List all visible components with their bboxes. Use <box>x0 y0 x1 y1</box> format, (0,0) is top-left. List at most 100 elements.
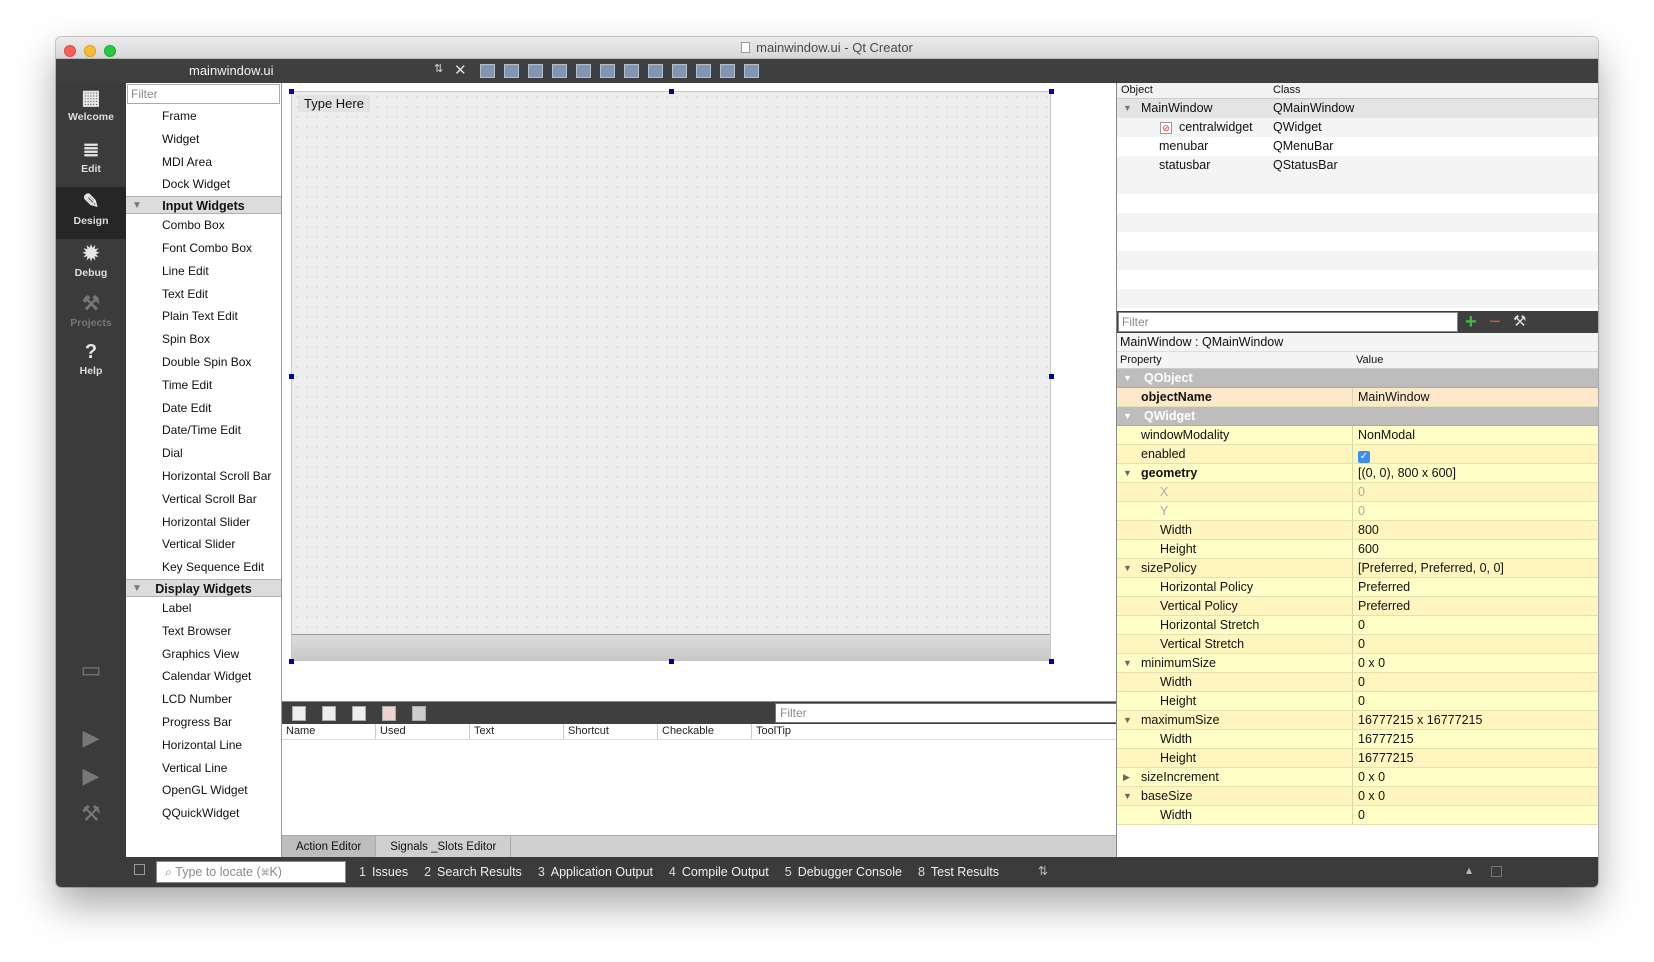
layout-vertical-icon[interactable] <box>600 64 615 78</box>
paste-action-icon[interactable] <box>352 706 366 721</box>
output-pane-compile-output[interactable]: 4 Compile Output <box>669 857 769 887</box>
edit-tab-order-icon[interactable] <box>552 64 567 78</box>
widget-item-horizontal-slider[interactable]: Horizontal Slider <box>126 511 281 534</box>
resize-handle-b[interactable] <box>669 659 674 664</box>
property-value[interactable]: 0 <box>1353 806 1365 824</box>
collapse-arrow-icon[interactable]: ▼ <box>1123 654 1132 672</box>
output-pane-test-results[interactable]: 8 Test Results <box>918 857 999 887</box>
widget-item-vertical-scroll-bar[interactable]: Vertical Scroll Bar <box>126 488 281 511</box>
edit-widgets-icon[interactable] <box>480 64 495 78</box>
property-value[interactable]: 0 <box>1353 483 1365 501</box>
edit-buddies-icon[interactable] <box>528 64 543 78</box>
output-pane-debugger-console[interactable]: 5 Debugger Console <box>785 857 902 887</box>
property-value[interactable]: 0 <box>1353 502 1365 520</box>
property-value[interactable]: ✓ <box>1353 445 1370 463</box>
widget-item-widget[interactable]: Widget <box>126 128 281 151</box>
property-value[interactable]: 16777215 <box>1353 730 1414 748</box>
property-value[interactable]: 0 <box>1353 635 1365 653</box>
configure-icon[interactable] <box>412 706 426 721</box>
expand-arrow-icon[interactable]: ▶ <box>1123 768 1130 786</box>
widget-item-graphics-view[interactable]: Graphics View <box>126 643 281 666</box>
property-value[interactable]: NonModal <box>1353 426 1415 444</box>
collapse-arrow-icon[interactable]: ▼ <box>1123 711 1132 729</box>
toggle-right-sidebar-icon[interactable] <box>1491 866 1502 877</box>
property-row-height[interactable]: Height 16777215 <box>1117 749 1598 768</box>
layout-vertical-splitter-icon[interactable] <box>648 64 663 78</box>
collapse-arrow-icon[interactable]: ▼ <box>1123 559 1132 577</box>
resize-handle-l[interactable] <box>289 374 294 379</box>
mode-welcome[interactable]: ▦ Welcome <box>56 83 126 135</box>
property-value[interactable]: 800 <box>1353 521 1379 539</box>
property-row-vertical-stretch[interactable]: Vertical Stretch 0 <box>1117 635 1598 654</box>
minimize-window-button[interactable] <box>84 45 96 57</box>
widget-item-qquickwidget[interactable]: QQuickWidget <box>126 802 281 825</box>
property-row-vertical-policy[interactable]: Vertical Policy Preferred <box>1117 597 1598 616</box>
widget-item-line-edit[interactable]: Line Edit <box>126 260 281 283</box>
column-header-name[interactable]: Name <box>282 724 376 739</box>
output-pane-issues[interactable]: 1 Issues <box>359 857 408 887</box>
category-display-widgets[interactable]: ▼ Display Widgets <box>126 578 281 598</box>
object-row-mainwindow[interactable]: ▼ MainWindow QMainWindow <box>1117 99 1598 118</box>
edit-signals-slots-icon[interactable] <box>504 64 519 78</box>
menu-type-here[interactable]: Type Here <box>298 95 370 112</box>
resize-handle-bl[interactable] <box>289 659 294 664</box>
configure-icon[interactable]: ⚒ <box>1513 311 1526 333</box>
widget-item-text-edit[interactable]: Text Edit <box>126 283 281 306</box>
property-value[interactable]: 0 x 0 <box>1353 768 1385 786</box>
remove-dynamic-property-icon[interactable]: − <box>1489 311 1501 333</box>
form-status-bar[interactable] <box>292 634 1050 660</box>
open-document-combo[interactable]: mainwindow.ui <box>189 59 274 83</box>
property-value[interactable]: [Preferred, Preferred, 0, 0] <box>1353 559 1504 577</box>
widget-item-calendar-widget[interactable]: Calendar Widget <box>126 665 281 688</box>
property-value[interactable]: 16777215 x 16777215 <box>1353 711 1482 729</box>
property-row-width[interactable]: Width 800 <box>1117 521 1598 540</box>
column-header-checkable[interactable]: Checkable <box>658 724 752 739</box>
widget-item-dial[interactable]: Dial <box>126 442 281 465</box>
property-row-windowmodality[interactable]: windowModality NonModal <box>1117 426 1598 445</box>
widget-item-time-edit[interactable]: Time Edit <box>126 374 281 397</box>
property-value[interactable]: 0 <box>1353 616 1365 634</box>
mode-debug[interactable]: ✹ Debug <box>56 239 126 291</box>
widget-filter-input[interactable]: Filter <box>127 84 280 104</box>
zoom-window-button[interactable] <box>104 45 116 57</box>
close-window-button[interactable] <box>64 45 76 57</box>
property-row-geometry[interactable]: ▼ geometry [(0, 0), 800 x 600] <box>1117 464 1598 483</box>
property-value[interactable]: 0 <box>1353 692 1365 710</box>
property-row-enabled[interactable]: enabled ✓ <box>1117 445 1598 464</box>
property-value[interactable]: 16777215 <box>1353 749 1414 767</box>
property-value[interactable]: Preferred <box>1353 578 1410 596</box>
collapse-arrow-icon[interactable]: ▼ <box>1123 787 1132 805</box>
collapse-arrow-icon[interactable]: ▼ <box>1123 99 1132 118</box>
expand-arrow-icon[interactable]: ▼ <box>132 197 142 215</box>
widget-item-date-edit[interactable]: Date Edit <box>126 397 281 420</box>
property-filter-input[interactable]: Filter <box>1118 312 1458 332</box>
property-row-maximumsize[interactable]: ▼ maximumSize 16777215 x 16777215 <box>1117 711 1598 730</box>
break-layout-icon[interactable] <box>720 64 735 78</box>
run-icon[interactable]: ▶ <box>56 725 126 751</box>
up-down-arrows-icon[interactable]: ⇅ <box>434 62 443 75</box>
delete-action-icon[interactable] <box>382 706 396 721</box>
output-pane-search-results[interactable]: 2 Search Results <box>424 857 522 887</box>
tab-signals-slots-editor[interactable]: Signals _Slots Editor <box>376 836 512 857</box>
tab-action-editor[interactable]: Action Editor <box>282 836 377 857</box>
build-icon[interactable]: ⚒ <box>56 801 126 827</box>
widget-item-frame[interactable]: Frame <box>126 105 281 128</box>
maximize-output-icon[interactable]: ▴ <box>1466 863 1472 877</box>
widget-item-combo-box[interactable]: Combo Box <box>126 214 281 237</box>
widget-item-dock-widget[interactable]: Dock Widget <box>126 173 281 196</box>
property-row-horizontal-stretch[interactable]: Horizontal Stretch 0 <box>1117 616 1598 635</box>
widget-item-spin-box[interactable]: Spin Box <box>126 328 281 351</box>
expand-arrow-icon[interactable]: ▼ <box>132 580 142 598</box>
adjust-size-icon[interactable] <box>744 64 759 78</box>
resize-handle-r[interactable] <box>1049 374 1054 379</box>
widget-item-key-sequence-edit[interactable]: Key Sequence Edit <box>126 556 281 579</box>
copy-action-icon[interactable] <box>322 706 336 721</box>
main-window-form[interactable]: Type Here <box>291 91 1051 661</box>
collapse-arrow-icon[interactable]: ▼ <box>1123 407 1132 425</box>
widget-item-font-combo-box[interactable]: Font Combo Box <box>126 237 281 260</box>
widget-item-date-time-edit[interactable]: Date/Time Edit <box>126 419 281 442</box>
property-group-qobject[interactable]: ▼ QObject <box>1117 369 1598 388</box>
widget-item-vertical-slider[interactable]: Vertical Slider <box>126 533 281 556</box>
property-row-x[interactable]: X0 <box>1117 483 1598 502</box>
resize-handle-t[interactable] <box>669 89 674 94</box>
